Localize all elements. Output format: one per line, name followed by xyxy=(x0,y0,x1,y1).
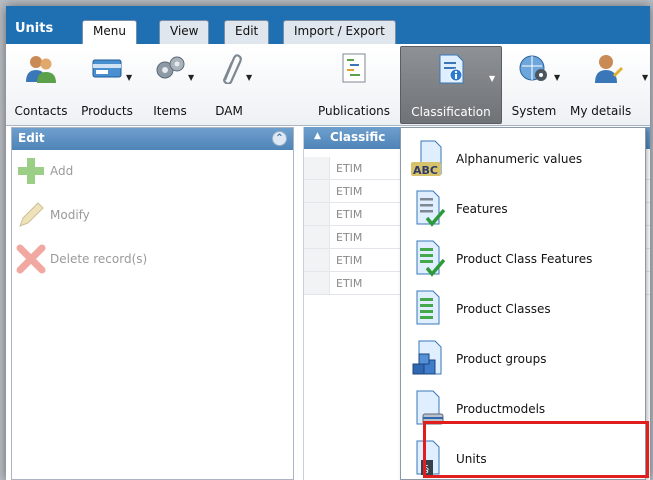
ribbon-classification-dropdown-icon: ▼ xyxy=(489,74,496,83)
menu-item-features[interactable]: Features xyxy=(401,184,645,234)
tab-view-label: View xyxy=(170,24,199,38)
alphanumeric-icon: ABC xyxy=(411,140,442,177)
menu-item-product-classes[interactable]: Product Classes xyxy=(401,284,645,334)
ribbon-contacts-label: Contacts xyxy=(14,104,68,118)
ribbon-items-label: Items xyxy=(153,104,187,118)
product-groups-icon xyxy=(412,340,442,375)
ribbon-dam-button[interactable]: ▼ DAM xyxy=(200,46,258,124)
tab-import-export[interactable]: Import / Export xyxy=(283,20,396,44)
tab-view[interactable]: View xyxy=(159,20,210,44)
product-class-features-icon xyxy=(416,240,445,277)
ribbon-classification-button[interactable]: ▼ Classification xyxy=(400,46,502,124)
ribbon-dam-label: DAM xyxy=(215,104,243,118)
classification-icon xyxy=(439,54,464,84)
ribbon-system-label: System xyxy=(511,104,557,118)
add-action[interactable]: Add xyxy=(12,150,293,194)
classification-column-header[interactable]: Classific xyxy=(330,130,385,144)
ribbon-dam-dropdown-icon: ▼ xyxy=(246,73,253,82)
ribbon-system-dropdown-icon: ▼ xyxy=(554,73,561,82)
table-cell: ETIM xyxy=(336,162,363,175)
menu-item-product-class-features-label: Product Class Features xyxy=(456,252,593,266)
tab-edit[interactable]: Edit xyxy=(224,20,270,44)
features-icon xyxy=(416,190,445,227)
tab-import-export-label: Import / Export xyxy=(294,24,385,38)
tab-bar: Units Menu View Edit Import / Export xyxy=(6,6,650,45)
table-cell: ETIM xyxy=(336,254,363,267)
menu-item-product-groups[interactable]: Product groups xyxy=(401,334,645,384)
products-icon xyxy=(92,59,122,78)
ribbon-classification-label: Classification xyxy=(411,105,491,119)
modify-label: Modify xyxy=(50,208,90,222)
table-cell: ETIM xyxy=(336,208,363,221)
menu-item-productmodels-label: Productmodels xyxy=(456,402,546,416)
sort-ascending-icon[interactable]: ▲ xyxy=(314,131,321,141)
ribbon-my-details-dropdown-icon: ▼ xyxy=(642,73,649,82)
add-icon xyxy=(18,158,44,184)
table-cell: ETIM xyxy=(336,231,363,244)
units-highlight-box xyxy=(423,421,649,478)
product-classes-icon xyxy=(416,290,440,325)
edit-panel-title: Edit xyxy=(18,131,45,145)
menu-item-product-classes-label: Product Classes xyxy=(456,302,551,316)
menu-item-product-class-features[interactable]: Product Class Features xyxy=(401,234,645,284)
table-cell: ETIM xyxy=(336,185,363,198)
svg-text:ABC: ABC xyxy=(413,164,438,177)
application-window: Units Menu View Edit Import / Export Con… xyxy=(6,6,650,480)
items-icon xyxy=(156,56,185,79)
ribbon-products-dropdown-icon: ▼ xyxy=(126,73,133,82)
menu-item-alphanumeric-values-label: Alphanumeric values xyxy=(456,152,583,166)
contacts-icon xyxy=(26,56,56,83)
publications-icon xyxy=(342,53,366,83)
ribbon-contacts-button[interactable]: Contacts xyxy=(8,46,74,124)
ribbon-toolbar: Contacts ▼ Products ▼ Items ▼ DAM Public… xyxy=(6,44,650,126)
ribbon-items-dropdown-icon: ▼ xyxy=(188,73,195,82)
delete-records-label: Delete record(s) xyxy=(50,252,148,266)
my-details-icon xyxy=(595,55,624,83)
menu-item-features-label: Features xyxy=(456,202,508,216)
pencil-icon xyxy=(19,202,44,227)
ribbon-products-button[interactable]: ▼ Products xyxy=(74,46,140,124)
tab-edit-label: Edit xyxy=(235,24,259,38)
delete-icon xyxy=(16,244,46,274)
collapse-icon[interactable]: ⌃ xyxy=(272,131,287,146)
ribbon-system-button[interactable]: ▼ System xyxy=(504,46,564,124)
ribbon-items-button[interactable]: ▼ Items xyxy=(140,46,200,124)
menu-item-alphanumeric-values[interactable]: ABC Alphanumeric values xyxy=(401,134,645,184)
ribbon-products-label: Products xyxy=(81,104,133,118)
ribbon-publications-button[interactable]: Publications xyxy=(308,46,400,124)
add-label: Add xyxy=(50,164,74,178)
edit-panel: Edit ⌃ Add Modify Delete record(s) xyxy=(11,127,294,480)
ribbon-my-details-label: My details xyxy=(570,104,632,118)
menu-item-product-groups-label: Product groups xyxy=(456,352,547,366)
table-cell: ETIM xyxy=(336,277,363,290)
tab-menu[interactable]: Menu xyxy=(82,20,137,45)
ribbon-my-details-button[interactable]: ▼ My details xyxy=(566,46,650,124)
ribbon-publications-label: Publications xyxy=(317,104,391,118)
modify-action[interactable]: Modify xyxy=(12,194,293,238)
system-icon xyxy=(519,55,547,81)
paperclip-icon xyxy=(223,54,242,84)
app-title: Units xyxy=(15,21,54,36)
edit-panel-header: Edit ⌃ xyxy=(12,128,293,150)
delete-records-action[interactable]: Delete record(s) xyxy=(12,238,293,282)
tab-menu-label: Menu xyxy=(93,24,126,38)
